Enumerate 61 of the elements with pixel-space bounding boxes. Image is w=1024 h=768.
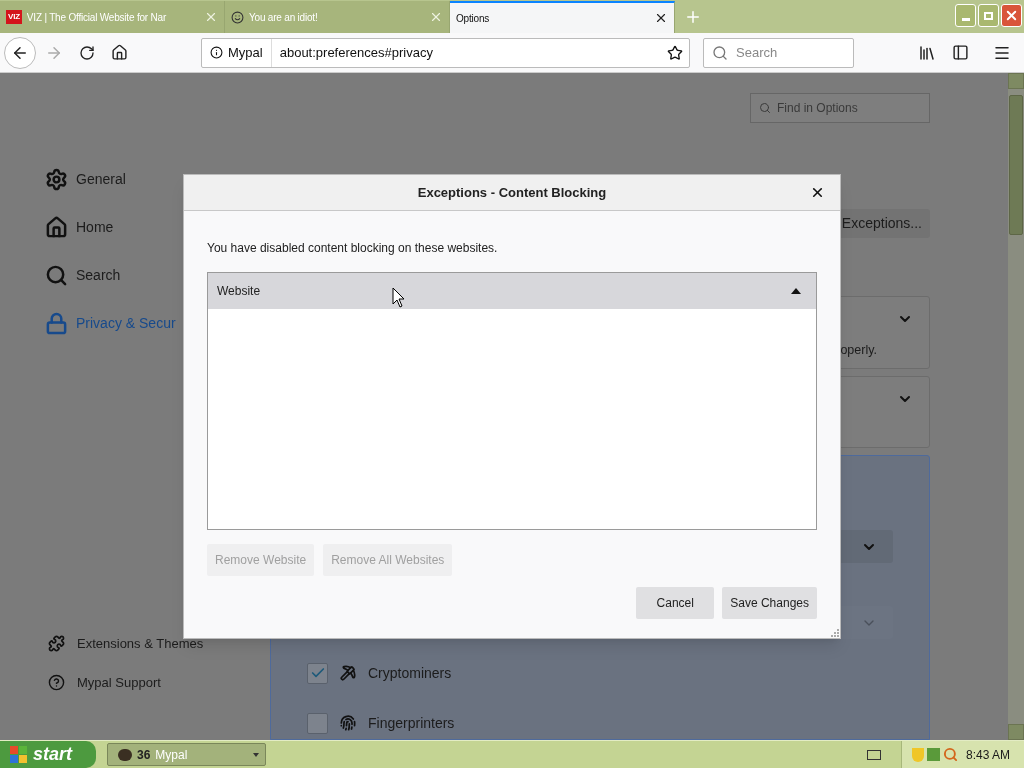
dialog-button[interactable]: Cancel	[636, 587, 715, 619]
search-field[interactable]: Search	[703, 37, 854, 68]
tab-title: Options	[456, 11, 491, 26]
pickaxe-icon	[340, 665, 356, 681]
sidebar-icon[interactable]	[952, 44, 969, 61]
app-icon	[118, 748, 132, 761]
help-icon	[48, 674, 65, 691]
find-field[interactable]: Find in Options	[750, 93, 930, 123]
caret-icon	[253, 752, 259, 757]
home-icon[interactable]	[111, 44, 128, 61]
search-icon	[712, 44, 728, 61]
mouse-cursor-icon	[392, 287, 405, 308]
star-icon[interactable]	[667, 44, 683, 61]
column-header[interactable]: Website	[208, 273, 816, 309]
dialog-title: Exceptions - Content Blocking	[417, 183, 607, 202]
checkbox[interactable]	[307, 712, 328, 734]
search-icon	[942, 747, 958, 762]
back-button[interactable]	[4, 36, 36, 69]
resize-grip-icon	[830, 628, 839, 637]
sort-icon	[791, 288, 801, 294]
network-icon	[926, 748, 940, 761]
close-button[interactable]	[1001, 4, 1022, 27]
checkbox-label: Fingerprinters	[368, 713, 455, 733]
card-text: operly.	[840, 342, 877, 359]
dialog-message: You have disabled content blocking on these websites.	[207, 240, 499, 257]
library-icon[interactable]	[918, 43, 936, 62]
checkbox-label: Cryptominers	[368, 663, 452, 683]
browser-tab[interactable]: You are an idiot!	[225, 1, 450, 33]
clock: 8:43 AM	[965, 746, 1010, 764]
sidebar-link[interactable]: Mypal Support	[45, 663, 270, 702]
smiley-icon	[231, 10, 244, 24]
info-icon[interactable]	[210, 46, 223, 59]
reload-icon[interactable]	[79, 44, 95, 61]
puzzle-icon	[48, 635, 65, 652]
url-text: about:preferences#privacy	[279, 43, 434, 62]
windows-logo-icon	[10, 746, 27, 763]
tab-title: VIZ | The Official Website for Nar	[26, 10, 168, 25]
site-logo: VIZ	[6, 10, 22, 24]
search-placeholder: Search	[736, 43, 778, 62]
identity-label: Mypal	[228, 43, 263, 62]
fingerprint-icon	[340, 715, 356, 731]
browser-tab[interactable]: Options	[450, 1, 675, 33]
address-bar[interactable]: Mypal about:preferences#privacy	[201, 37, 690, 68]
dialog-button[interactable]: Save Changes	[722, 587, 817, 619]
search-icon	[45, 263, 68, 287]
sidebar-link[interactable]: Extensions & Themes	[45, 624, 270, 663]
search-icon	[759, 101, 771, 114]
checkbox[interactable]	[307, 662, 328, 684]
start-button[interactable]: start	[0, 741, 96, 768]
gear-icon	[45, 167, 68, 191]
close-icon[interactable]	[654, 11, 668, 25]
taskbar-button[interactable]: 36 Mypal	[107, 743, 266, 766]
shield-icon	[911, 747, 924, 762]
home-icon	[45, 215, 68, 239]
browser-tab[interactable]: VIZ VIZ | The Official Website for Nar	[0, 1, 225, 33]
lock-icon	[45, 311, 68, 335]
sidebar-item[interactable]: General	[45, 155, 270, 203]
close-icon[interactable]	[810, 185, 825, 200]
keyboard-icon	[866, 749, 881, 760]
close-icon	[1004, 8, 1019, 23]
tab-title: You are an idiot!	[249, 10, 319, 25]
